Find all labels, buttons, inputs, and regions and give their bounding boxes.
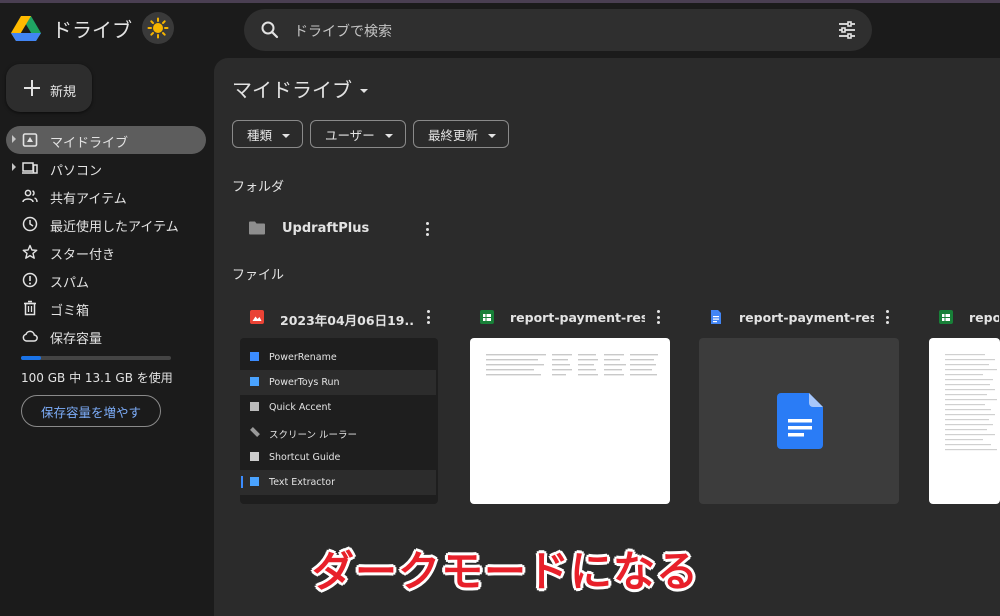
sheets-icon: [939, 310, 953, 324]
file-name: report-payment-res...: [739, 310, 874, 325]
folder-more-icon[interactable]: [425, 222, 429, 236]
app-title: ドライブ: [52, 17, 132, 42]
folder-item[interactable]: UpdraftPlus: [238, 213, 438, 245]
my-drive-icon: [22, 133, 38, 147]
file-card[interactable]: report-payment-res...: [699, 298, 899, 504]
sidebar-item-computers[interactable]: パソコン: [0, 154, 210, 182]
search-input[interactable]: ドライブで検索: [294, 21, 392, 41]
filter-label: 最終更新: [428, 127, 479, 143]
sidebar-item-recent[interactable]: 最近使用したアイテム: [0, 210, 210, 238]
plus-icon: [24, 80, 40, 96]
thumbnail-list-item: PowerRename: [240, 345, 436, 370]
expand-arrow-icon[interactable]: [12, 135, 16, 143]
drive-logo-icon: [11, 16, 41, 41]
storage-progress-bar: [21, 356, 171, 360]
files-section-label: ファイル: [232, 268, 285, 283]
file-more-icon[interactable]: [656, 310, 660, 324]
file-name: repo: [969, 310, 999, 325]
folder-icon: [249, 221, 265, 235]
spreadsheet-preview: [945, 354, 997, 451]
file-name: report-payment-res...: [510, 310, 645, 325]
sidebar-item-label: 共有アイテム: [50, 192, 127, 207]
new-button[interactable]: 新規: [6, 64, 92, 112]
file-card-header: report-payment-res...: [470, 298, 670, 334]
spreadsheet-preview: [486, 354, 658, 376]
dropdown-arrow-icon: [488, 134, 497, 138]
overlay-caption: ダークモードになる: [312, 547, 700, 596]
drive-logo[interactable]: ドライブ: [10, 12, 174, 44]
folders-section-label: フォルダ: [232, 180, 285, 195]
file-card-header: 2023年04月06日19...: [240, 298, 440, 334]
storage-progress-fill: [21, 356, 41, 360]
dropdown-arrow-icon: [384, 134, 393, 138]
sidebar-item-label: 最近使用したアイテム: [50, 220, 179, 235]
thumbnail-list-item: スクリーン ルーラー: [240, 420, 436, 445]
file-thumbnail: [929, 338, 1000, 504]
new-button-label: 新規: [50, 85, 77, 100]
main-panel: マイドライブ 種類 ユーザー 最終更新 フォルダ UpdraftPlus ファイ…: [214, 58, 1000, 616]
sidebar-item-label: マイドライブ: [50, 136, 129, 151]
search-bar[interactable]: ドライブで検索: [244, 9, 872, 51]
storage-usage-text: 100 GB 中 13.1 GB を使用: [21, 371, 173, 385]
sidebar-item-label: スター付き: [50, 248, 116, 263]
filter-type-chip[interactable]: 種類: [232, 120, 304, 148]
sidebar-item-my-drive[interactable]: マイドライブ: [6, 126, 206, 154]
sidebar-item-label: パソコン: [50, 164, 103, 179]
thumbnail-list-item: Text Extractor: [240, 470, 436, 495]
sidebar-item-spam[interactable]: スパム: [0, 266, 210, 294]
file-card[interactable]: 2023年04月06日19... PowerRename PowerToys R…: [240, 298, 440, 504]
get-more-storage-button[interactable]: 保存容量を増やす: [21, 395, 161, 427]
file-thumbnail: [699, 338, 899, 504]
filter-modified-chip[interactable]: 最終更新: [413, 120, 510, 148]
filter-label: ユーザー: [325, 127, 375, 143]
file-card-header: report-payment-res...: [699, 298, 899, 334]
spam-icon: [22, 272, 38, 288]
page-title-text: マイドライブ: [232, 78, 352, 102]
docs-icon: [711, 310, 721, 324]
thumbnail-list-item: Quick Accent: [240, 395, 436, 420]
expand-arrow-icon[interactable]: [12, 163, 16, 171]
sidebar-item-label: ゴミ箱: [50, 304, 90, 319]
cloud-icon: [22, 330, 38, 342]
file-more-icon[interactable]: [426, 310, 430, 324]
sidebar-item-starred[interactable]: スター付き: [0, 238, 210, 266]
thumbnail-list-item: Shortcut Guide: [240, 445, 436, 470]
recent-icon: [22, 216, 38, 232]
thumbnail-list-item: PowerToys Run: [240, 370, 436, 395]
dropdown-arrow-icon: [282, 134, 291, 138]
filter-user-chip[interactable]: ユーザー: [310, 120, 406, 148]
dropdown-arrow-icon: [360, 88, 368, 93]
star-icon: [22, 244, 38, 259]
trash-icon: [24, 300, 36, 316]
file-card[interactable]: report-payment-res...: [470, 298, 670, 504]
docs-large-icon: [777, 393, 823, 449]
theme-sun-icon[interactable]: [142, 12, 174, 44]
shared-icon: [22, 189, 38, 203]
file-card[interactable]: repo: [929, 298, 1000, 504]
sidebar-item-label: スパム: [50, 276, 90, 291]
page-title[interactable]: マイドライブ: [232, 74, 368, 103]
file-card-header: repo: [929, 298, 1000, 334]
search-icon[interactable]: [260, 20, 280, 40]
file-name: 2023年04月06日19...: [280, 313, 415, 328]
sidebar-item-label: 保存容量: [50, 332, 103, 347]
sidebar-item-trash[interactable]: ゴミ箱: [0, 294, 210, 322]
file-thumbnail: PowerRename PowerToys Run Quick Accent ス…: [240, 338, 438, 504]
folder-name: UpdraftPlus: [282, 221, 370, 236]
filter-label: 種類: [247, 127, 273, 143]
computers-icon: [22, 162, 38, 174]
window-top-border: [0, 0, 1000, 3]
file-thumbnail: [470, 338, 670, 504]
sidebar-item-shared[interactable]: 共有アイテム: [0, 182, 210, 210]
sidebar-nav: マイドライブ パソコン 共有アイテム 最近使用したアイテム スター付き スパム …: [0, 126, 210, 350]
file-more-icon[interactable]: [885, 310, 889, 324]
search-options-icon[interactable]: [838, 21, 856, 39]
sidebar-item-storage[interactable]: 保存容量: [0, 322, 210, 350]
image-icon: [250, 310, 264, 324]
sheets-icon: [480, 310, 494, 324]
